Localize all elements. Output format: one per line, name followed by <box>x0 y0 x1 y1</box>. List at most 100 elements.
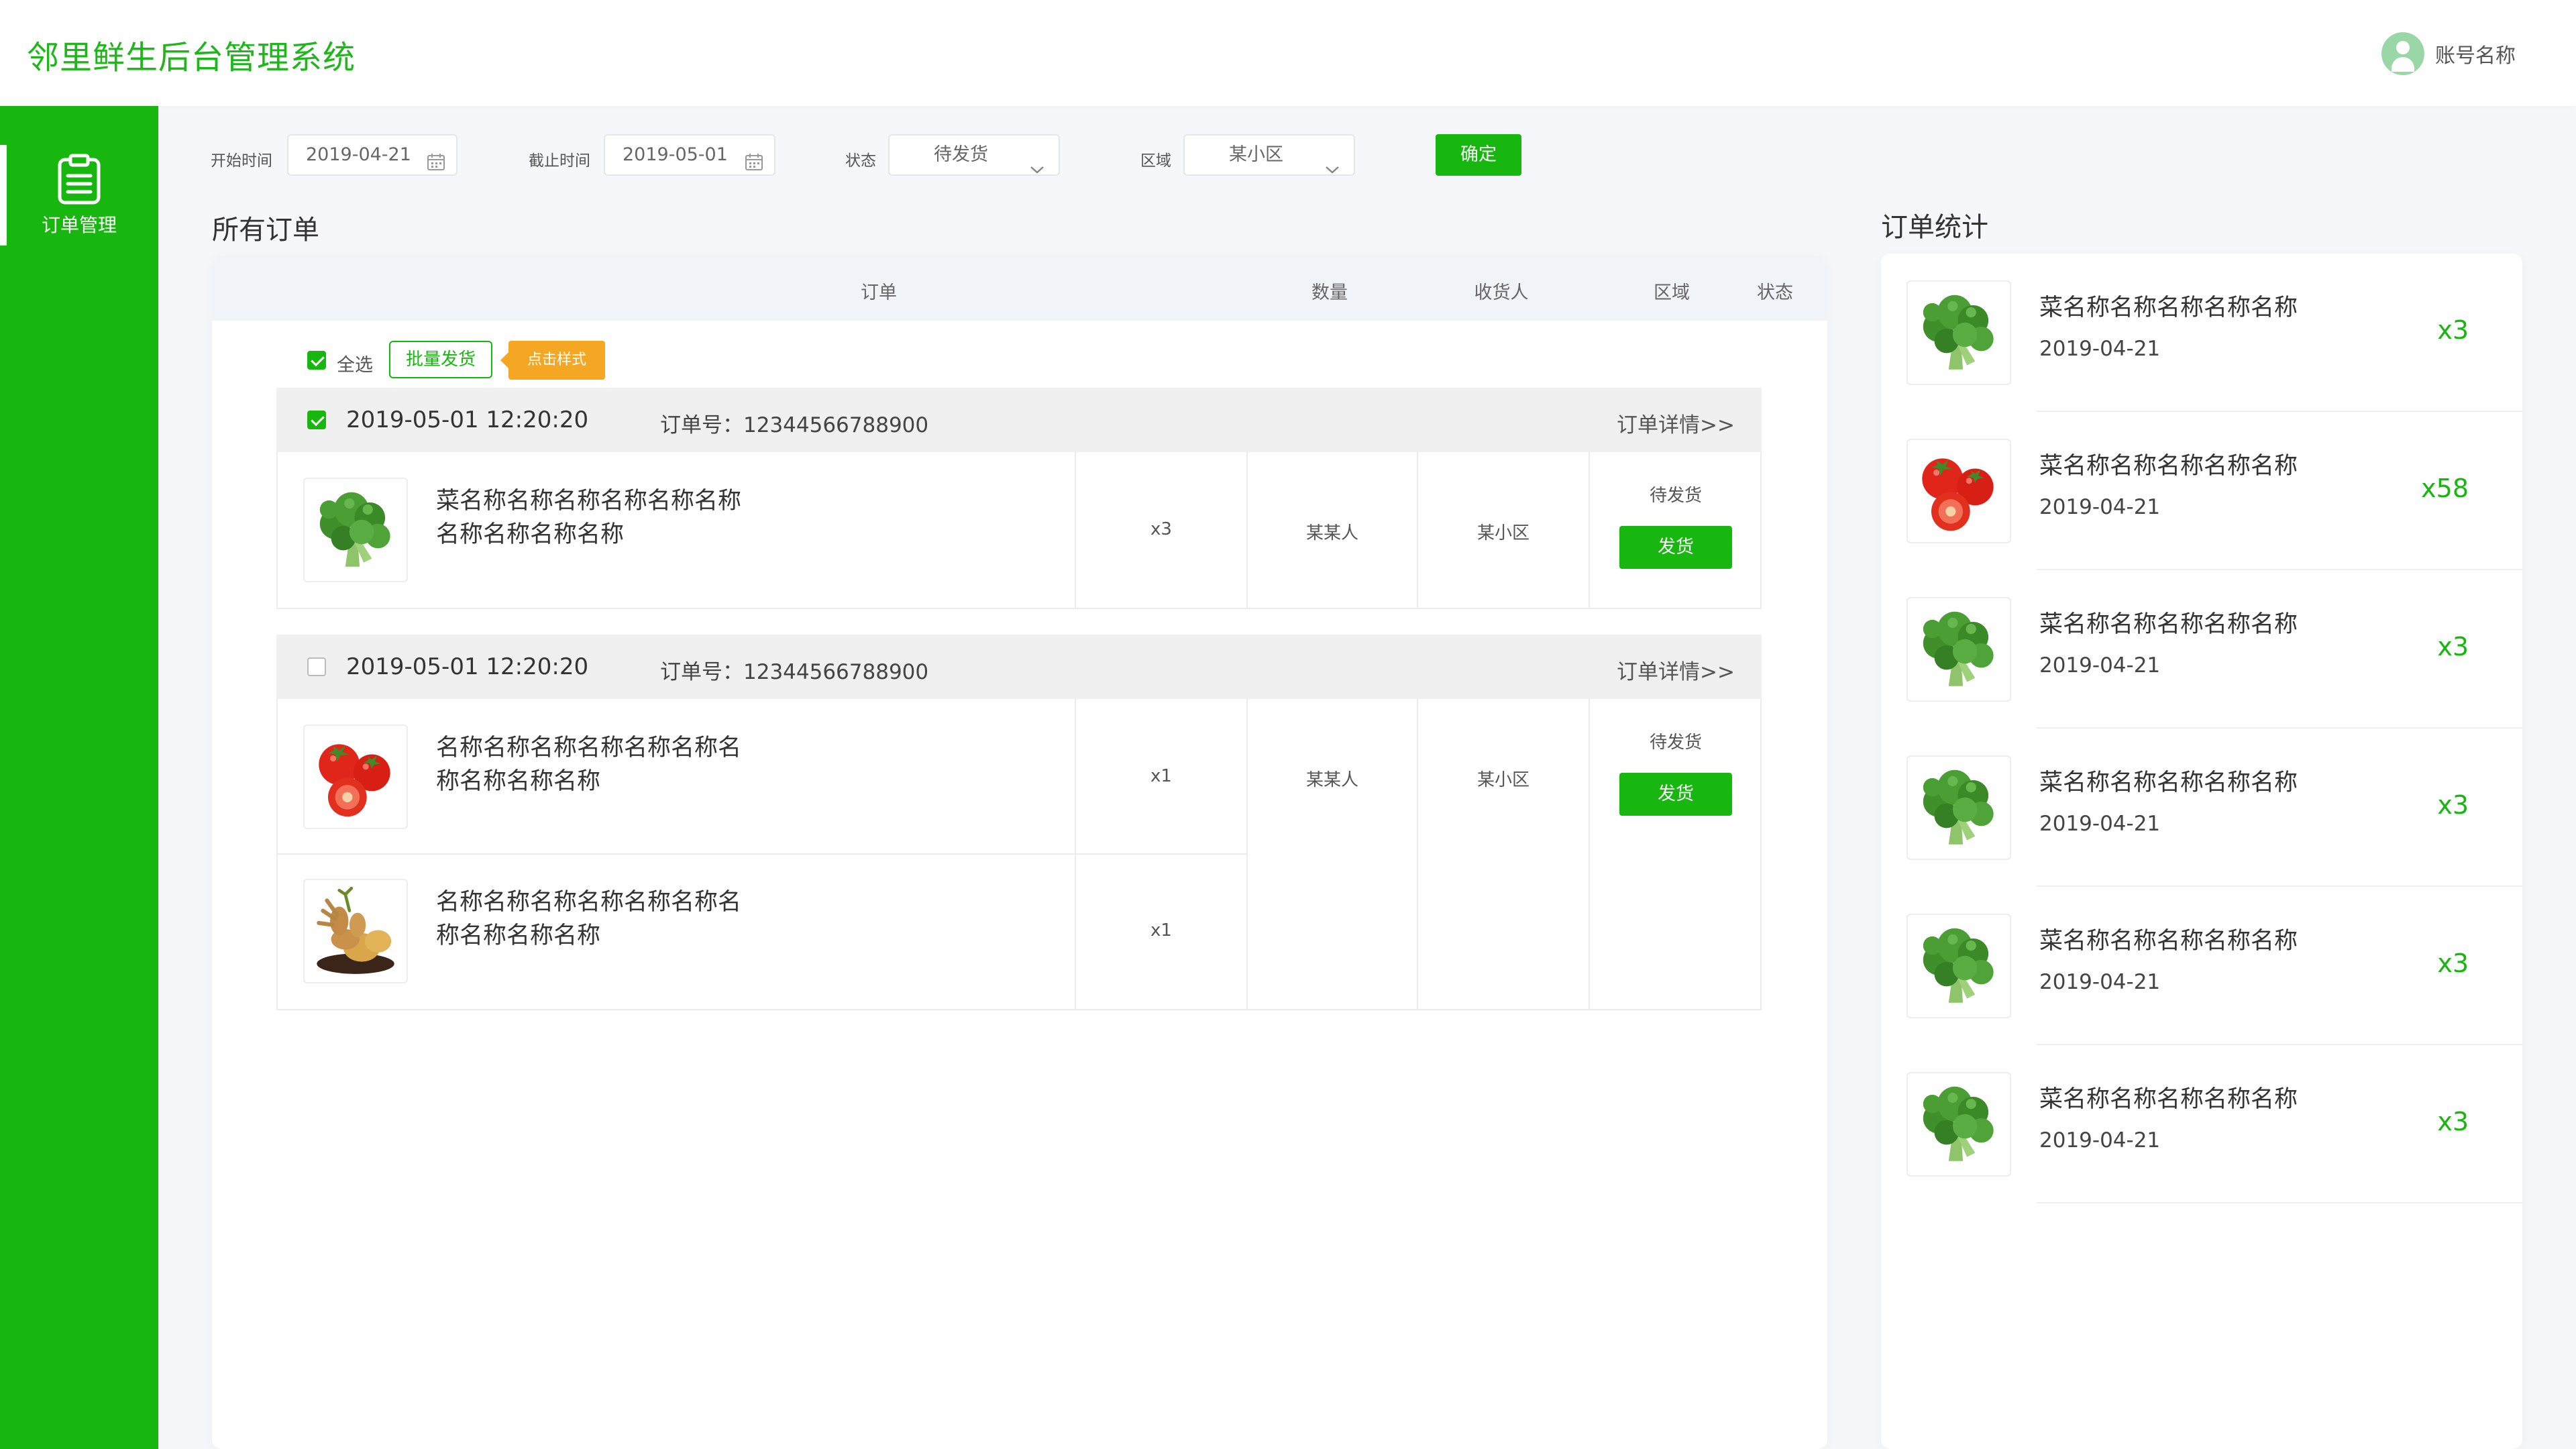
region-select[interactable]: 某小区 <box>1183 134 1355 176</box>
ship-button[interactable]: 发货 <box>1619 526 1732 569</box>
divider <box>278 853 1246 855</box>
divider <box>2037 1202 2522 1203</box>
stat-item[interactable]: 菜名称名称名称名称名称 2019-04-21 x3 <box>1881 254 2522 412</box>
stats-section-title: 订单统计 <box>1881 212 1988 243</box>
status-text: 待发货 <box>1649 486 1702 506</box>
calendar-icon <box>427 146 445 185</box>
batch-ship-button[interactable]: 批量发货 <box>389 341 492 378</box>
app-title: 邻里鲜生后台管理系统 <box>27 39 356 76</box>
end-date-field[interactable]: 2019-05-01 <box>604 134 775 176</box>
order-card: 2019-05-01 12:20:20 订单号：12344566788900 订… <box>276 635 1762 1010</box>
end-date-value: 2019-05-01 <box>623 144 728 165</box>
column-order: 订单 <box>861 282 897 303</box>
chevron-down-icon <box>1324 150 1340 189</box>
orders-panel: 订单 数量 收货人 区域 状态 全选 批量发货 点击样式 2019-05-01 … <box>212 256 1827 1449</box>
stat-item-name: 菜名称名称名称名称名称 <box>2039 294 2298 321</box>
click-style-tooltip: 点击样式 <box>500 341 605 380</box>
column-status: 状态 <box>1757 282 1793 303</box>
broccoli-image <box>303 478 408 582</box>
filter-bar: 开始时间 2019-04-21 截止时间 2019-05-01 状态 待发货 区… <box>211 134 1552 176</box>
stat-item-date: 2019-04-21 <box>2039 970 2161 994</box>
end-date-label: 截止时间 <box>529 152 590 170</box>
stat-item-date: 2019-04-21 <box>2039 1128 2161 1152</box>
item-name: 名称名称名称名称名称名称名称名称名称名称 <box>436 735 742 795</box>
orders-section-title: 所有订单 <box>212 215 319 246</box>
order-header: 2019-05-01 12:20:20 订单号：12344566788900 订… <box>276 635 1762 699</box>
broccoli-image <box>1907 914 2011 1018</box>
stat-item[interactable]: 菜名称名称名称名称名称 2019-04-21 x3 <box>1881 729 2522 887</box>
stat-item-name: 菜名称名称名称名称名称 <box>2039 769 2298 796</box>
sidebar: 订单管理 <box>0 106 158 1449</box>
stat-item-name: 菜名称名称名称名称名称 <box>2039 1086 2298 1113</box>
select-all-label: 全选 <box>337 355 373 376</box>
tomato-image <box>1907 439 2011 543</box>
confirm-button[interactable]: 确定 <box>1436 134 1521 176</box>
stat-item-quantity: x58 <box>2421 474 2469 503</box>
avatar-icon[interactable] <box>2381 32 2424 75</box>
status-select[interactable]: 待发货 <box>888 134 1060 176</box>
order-card: 2019-05-01 12:20:20 订单号：12344566788900 订… <box>276 388 1762 609</box>
item-quantity: x1 <box>1150 920 1172 941</box>
active-indicator <box>0 145 7 246</box>
stat-item-date: 2019-04-21 <box>2039 495 2161 519</box>
stat-item[interactable]: 菜名称名称名称名称名称 2019-04-21 x3 <box>1881 570 2522 729</box>
start-date-value: 2019-04-21 <box>306 144 411 165</box>
calendar-icon <box>745 146 763 185</box>
stat-item[interactable]: 菜名称名称名称名称名称 2019-04-21 x3 <box>1881 1045 2522 1203</box>
account-name[interactable]: 账号名称 <box>2435 39 2516 68</box>
divider <box>1246 699 1248 1009</box>
broccoli-image <box>1907 755 2011 860</box>
tomato-image <box>303 724 408 829</box>
item-name: 菜名称名称名称名称名称名称名称名称名称名称 <box>436 488 742 548</box>
receiver-name: 某某人 <box>1305 523 1358 543</box>
divider <box>1589 452 1590 608</box>
stat-item-date: 2019-04-21 <box>2039 337 2161 361</box>
sidebar-item-orders[interactable]: 订单管理 <box>0 145 158 246</box>
region-filter-label: 区域 <box>1140 152 1171 170</box>
ship-button[interactable]: 发货 <box>1619 773 1732 816</box>
start-date-field[interactable]: 2019-04-21 <box>287 134 458 176</box>
column-quantity: 数量 <box>1311 282 1348 303</box>
status-filter-label: 状态 <box>845 152 876 170</box>
ginger-image <box>303 879 408 983</box>
item-quantity: x3 <box>1150 519 1172 539</box>
stat-item-quantity: x3 <box>2437 315 2469 345</box>
account-menu[interactable]: 账号名称 <box>2381 32 2516 75</box>
order-checkbox[interactable] <box>307 657 326 676</box>
stat-item-name: 菜名称名称名称名称名称 <box>2039 611 2298 638</box>
top-header: 邻里鲜生后台管理系统 账号名称 <box>0 0 2576 106</box>
region-name: 某小区 <box>1477 523 1529 543</box>
orders-table-header: 订单 数量 收货人 区域 状态 <box>212 256 1827 321</box>
status-select-value: 待发货 <box>934 144 988 165</box>
stat-item-name: 菜名称名称名称名称名称 <box>2039 453 2298 480</box>
chevron-down-icon <box>1029 150 1045 189</box>
sidebar-item-label: 订单管理 <box>41 214 117 236</box>
stat-item-name: 菜名称名称名称名称名称 <box>2039 928 2298 955</box>
status-text: 待发货 <box>1649 733 1702 753</box>
order-detail-link[interactable]: 订单详情>> <box>1617 408 1735 438</box>
stat-item[interactable]: 菜名称名称名称名称名称 2019-04-21 x3 <box>1881 887 2522 1045</box>
order-header: 2019-05-01 12:20:20 订单号：12344566788900 订… <box>276 388 1762 452</box>
broccoli-image <box>1907 1072 2011 1177</box>
order-stats-panel: 菜名称名称名称名称名称 2019-04-21 x3 菜名称名称名称名称名称 20… <box>1881 254 2522 1449</box>
stat-item-date: 2019-04-21 <box>2039 653 2161 678</box>
region-name: 某小区 <box>1477 770 1529 790</box>
select-all-checkbox[interactable] <box>307 351 326 370</box>
region-select-value: 某小区 <box>1229 144 1283 165</box>
order-number: 订单号：12344566788900 <box>660 660 929 684</box>
order-time: 2019-05-01 12:20:20 <box>346 407 589 433</box>
orders-toolbar: 全选 批量发货 点击样式 <box>307 341 844 380</box>
item-name: 名称名称名称名称名称名称名称名称名称名称 <box>436 889 742 949</box>
order-number: 订单号：12344566788900 <box>660 413 929 437</box>
start-date-label: 开始时间 <box>211 152 272 170</box>
column-receiver: 收货人 <box>1474 282 1529 303</box>
order-detail-link[interactable]: 订单详情>> <box>1617 655 1735 685</box>
order-time: 2019-05-01 12:20:20 <box>346 653 589 680</box>
stat-item-quantity: x3 <box>2437 632 2469 661</box>
order-body: 名称名称名称名称名称名称名称名称名称名称 x1 名称名称名称名称名称名称名称名称… <box>276 699 1762 1010</box>
broccoli-image <box>1907 280 2011 385</box>
stat-item[interactable]: 菜名称名称名称名称名称 2019-04-21 x58 <box>1881 412 2522 570</box>
order-checkbox[interactable] <box>307 411 326 429</box>
stat-item-date: 2019-04-21 <box>2039 812 2161 836</box>
clipboard-icon <box>0 153 158 209</box>
